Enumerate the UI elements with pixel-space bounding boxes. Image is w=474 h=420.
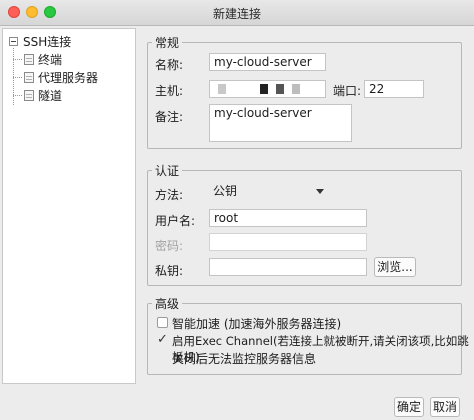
auth-legend: 认证 [155, 164, 180, 178]
chevron-down-icon [316, 189, 324, 194]
method-value: 公钥 [213, 184, 238, 198]
private-key-field[interactable] [209, 258, 367, 276]
title-bar: 新建连接 [0, 0, 474, 26]
password-label: 密码: [155, 239, 184, 253]
username-field[interactable]: root [209, 209, 367, 227]
tree-item-ssh[interactable]: SSH连接 [9, 32, 71, 50]
name-label: 名称: [155, 58, 184, 72]
tree-item-proxy[interactable]: 代理服务器 [13, 68, 98, 86]
password-field[interactable] [209, 233, 367, 251]
method-select[interactable]: 公钥 [209, 183, 330, 201]
host-field[interactable] [209, 80, 326, 98]
tree-item-tunnel[interactable]: 隧道 [13, 86, 62, 104]
private-key-label: 私钥: [155, 264, 184, 278]
browse-button[interactable]: 浏览... [374, 257, 416, 277]
note-field[interactable]: my-cloud-server [209, 104, 352, 142]
cancel-button[interactable]: 取消 [430, 397, 460, 417]
username-label: 用户名: [155, 214, 196, 228]
page-icon [24, 71, 34, 83]
port-field[interactable]: 22 [364, 80, 424, 98]
page-icon [24, 89, 34, 101]
method-label: 方法: [155, 188, 184, 202]
collapse-icon[interactable] [9, 36, 18, 46]
port-label: 端口: [333, 84, 362, 98]
window-title: 新建连接 [212, 7, 261, 21]
tree-item-terminal[interactable]: 终端 [13, 50, 62, 68]
page-icon [24, 53, 34, 65]
tree-item-label: 隧道 [38, 88, 63, 103]
name-field[interactable]: my-cloud-server [209, 53, 326, 71]
ok-button[interactable]: 确定 [394, 397, 424, 417]
advanced-legend: 高级 [155, 297, 180, 311]
tree-item-label: 代理服务器 [38, 70, 99, 85]
note-label: 备注: [155, 110, 184, 124]
tree-item-label: 终端 [38, 52, 63, 67]
smart-accel-label: 智能加速 (加速海外服务器连接) [172, 317, 342, 331]
settings-tree: SSH连接 终端 代理服务器 隧道 [2, 28, 136, 384]
general-legend: 常规 [155, 36, 180, 50]
checkmark-icon[interactable]: ✓ [157, 333, 168, 346]
host-label: 主机: [155, 84, 184, 98]
smart-accel-checkbox[interactable] [157, 317, 168, 328]
exec-channel-note: 关闭后无法监控服务器信息 [172, 352, 317, 366]
tree-item-ssh-label: SSH连接 [23, 34, 72, 49]
